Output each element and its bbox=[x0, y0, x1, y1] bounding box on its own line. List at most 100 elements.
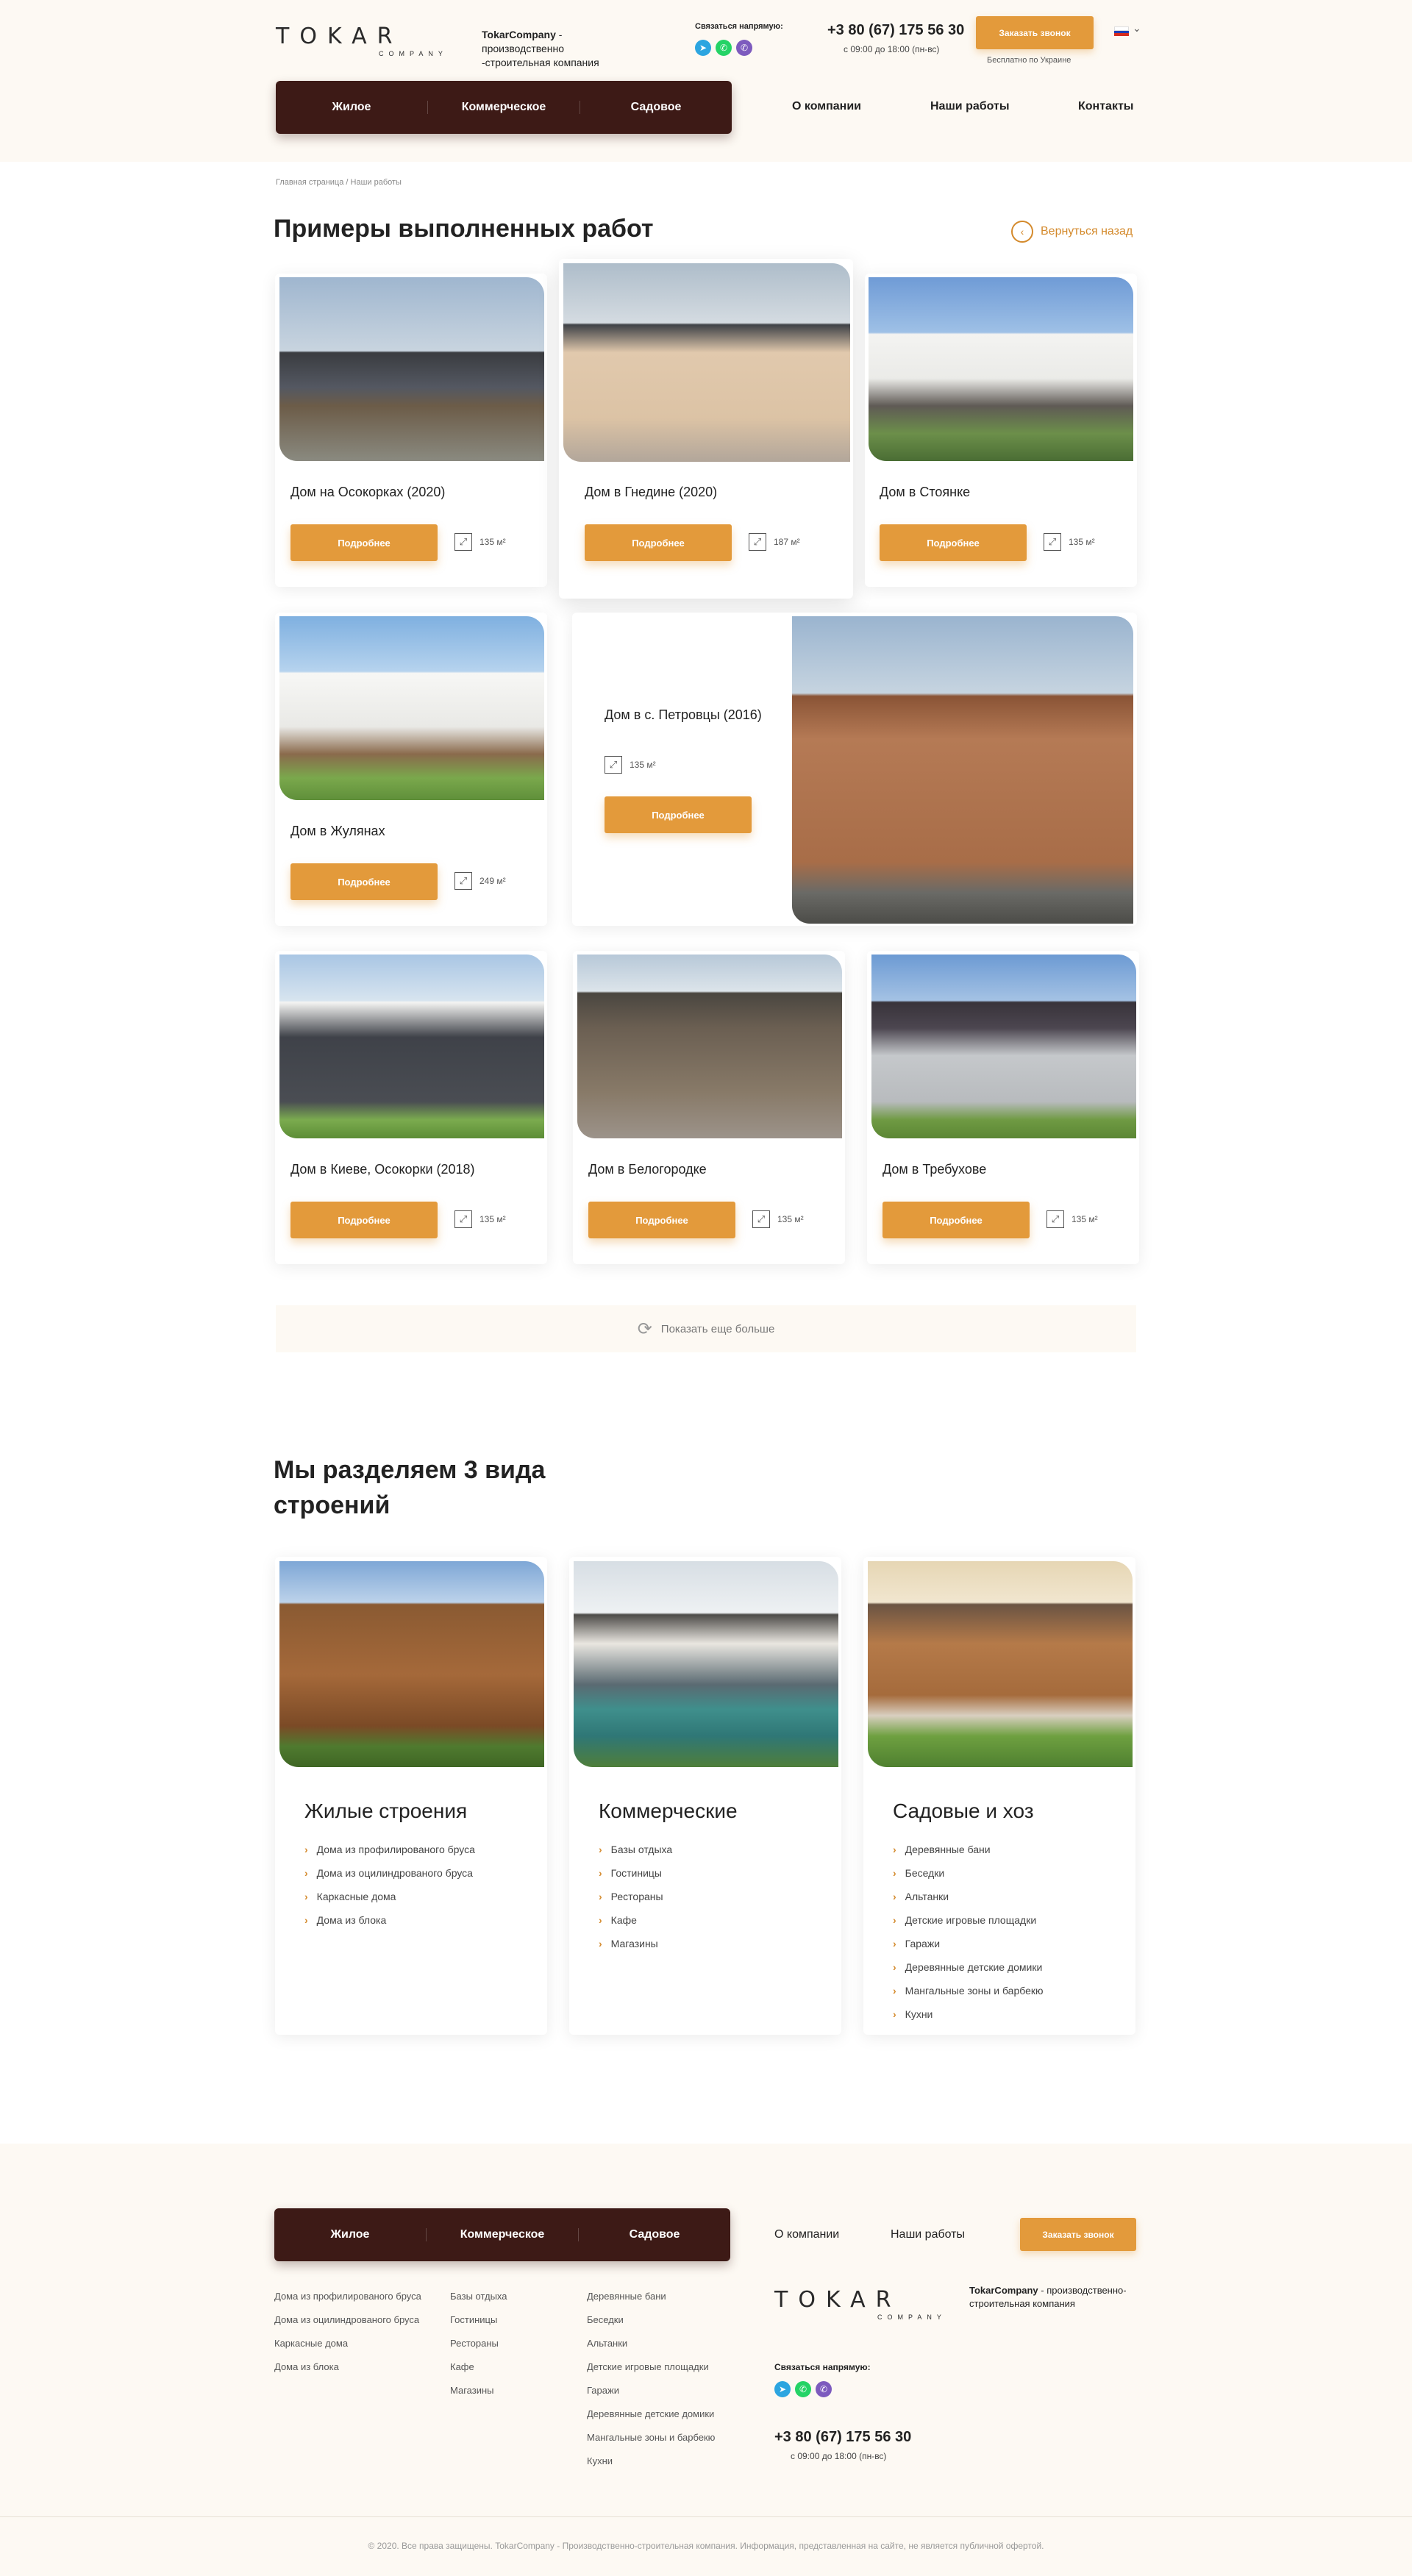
area-expand-icon: ⤢ bbox=[454, 872, 472, 890]
back-link[interactable]: ‹ Вернуться назад bbox=[1011, 221, 1133, 243]
footer-link[interactable]: Альтанки bbox=[587, 2338, 756, 2350]
list-item[interactable]: › Детские игровые площадки bbox=[893, 1908, 1044, 1932]
footer-link-about[interactable]: О компании bbox=[774, 2228, 839, 2241]
details-button[interactable]: Подробнее bbox=[290, 524, 438, 561]
area-value: 135 м² bbox=[479, 1214, 506, 1224]
header-phone[interactable]: +3 80 (67) 175 56 30 bbox=[827, 22, 964, 39]
footer-call-button[interactable]: Заказать звонок bbox=[1020, 2218, 1136, 2251]
footer-link[interactable]: Рестораны bbox=[450, 2338, 568, 2350]
footer-link[interactable]: Каркасные дома bbox=[274, 2338, 421, 2350]
footer-phone[interactable]: +3 80 (67) 175 56 30 bbox=[774, 2429, 911, 2446]
list-item[interactable]: › Магазины bbox=[599, 1932, 672, 1955]
footer-link[interactable]: Дома из блока bbox=[274, 2361, 421, 2373]
work-photo[interactable] bbox=[563, 263, 850, 462]
work-photo[interactable] bbox=[792, 616, 1133, 924]
logo-text: TOKAR bbox=[276, 24, 403, 49]
telegram-icon[interactable]: ➤ bbox=[774, 2381, 791, 2397]
list-item[interactable]: › Деревянные бани bbox=[893, 1838, 1044, 1861]
list-item-label: Дома из оцилиндрованого бруса bbox=[316, 1867, 473, 1879]
footer-link[interactable]: Беседки bbox=[587, 2314, 756, 2326]
chevron-down-icon[interactable]: ⌄ bbox=[1133, 22, 1141, 35]
free-note: Бесплатно по Украине bbox=[987, 56, 1072, 65]
type-card[interactable]: Жилые строения › Дома из профилированого … bbox=[275, 1557, 547, 2035]
logo-text: TOKAR bbox=[774, 2287, 902, 2313]
details-button[interactable]: Подробнее bbox=[605, 796, 752, 833]
footer-link[interactable]: Кафе bbox=[450, 2361, 568, 2373]
footer-link[interactable]: Гаражи bbox=[587, 2385, 756, 2397]
work-photo[interactable] bbox=[869, 277, 1133, 461]
nav-item-garden[interactable]: Садовое bbox=[580, 101, 732, 114]
nav-link-contacts[interactable]: Контакты bbox=[1078, 100, 1133, 113]
work-photo[interactable] bbox=[577, 955, 842, 1138]
details-button[interactable]: Подробнее bbox=[290, 863, 438, 900]
work-title: Дом на Осокорках (2020) bbox=[290, 485, 446, 499]
list-item-label: Гаражи bbox=[905, 1938, 941, 1949]
list-item[interactable]: › Дома из блока bbox=[304, 1908, 475, 1932]
work-photo[interactable] bbox=[871, 955, 1136, 1138]
footer-link[interactable]: Деревянные детские домики bbox=[587, 2408, 756, 2420]
details-button[interactable]: Подробнее bbox=[585, 524, 732, 561]
list-item[interactable]: › Каркасные дома bbox=[304, 1885, 475, 1908]
footer-link[interactable]: Дома из профилированого бруса bbox=[274, 2291, 421, 2302]
list-item-label: Мангальные зоны и барбекю bbox=[905, 1985, 1044, 1997]
details-button[interactable]: Подробнее bbox=[880, 524, 1027, 561]
footer-link[interactable]: Гостиницы bbox=[450, 2314, 568, 2326]
list-item[interactable]: › Беседки bbox=[893, 1861, 1044, 1885]
footer-logo[interactable]: TOKAR COMPANY bbox=[774, 2287, 946, 2322]
list-item[interactable]: › Рестораны bbox=[599, 1885, 672, 1908]
viber-icon[interactable]: ✆ bbox=[736, 40, 752, 56]
chevron-right-icon: › bbox=[304, 1914, 308, 1926]
type-list: › Дома из профилированого бруса › Дома из … bbox=[304, 1838, 475, 1932]
list-item[interactable]: › Дома из профилированого бруса bbox=[304, 1838, 475, 1861]
area-expand-icon: ⤢ bbox=[1044, 533, 1061, 551]
list-item[interactable]: › Деревянные детские домики bbox=[893, 1955, 1044, 1979]
lang-flag-icon[interactable] bbox=[1114, 26, 1129, 37]
call-button[interactable]: Заказать звонок bbox=[976, 16, 1094, 49]
telegram-icon[interactable]: ➤ bbox=[695, 40, 711, 56]
list-item[interactable]: › Кухни bbox=[893, 2002, 1044, 2026]
footer-link[interactable]: Мангальные зоны и барбекю bbox=[587, 2432, 756, 2444]
type-card[interactable]: Коммерческие › Базы отдыха › Гостиницы › Ре… bbox=[569, 1557, 841, 2035]
chevron-right-icon: › bbox=[893, 1961, 896, 1973]
footer-link[interactable]: Кухни bbox=[587, 2455, 756, 2467]
list-item-label: Дома из блока bbox=[316, 1914, 387, 1926]
list-item[interactable]: › Дома из оцилиндрованого бруса bbox=[304, 1861, 475, 1885]
type-card[interactable]: Садовые и хоз › Деревянные бани › Беседки … bbox=[863, 1557, 1135, 2035]
list-item-label: Альтанки bbox=[905, 1891, 949, 1902]
breadcrumb[interactable]: Главная страница / Наши работы bbox=[276, 178, 402, 187]
footer-link-works[interactable]: Наши работы bbox=[891, 2228, 965, 2241]
footer-link[interactable]: Дома из оцилиндрованого бруса bbox=[274, 2314, 421, 2326]
show-more-button[interactable]: ⟳ Показать еще больше bbox=[276, 1305, 1136, 1352]
area-expand-icon: ⤢ bbox=[752, 1210, 770, 1228]
logo[interactable]: TOKAR COMPANY bbox=[276, 24, 448, 58]
nav-item-commercial[interactable]: Коммерческое bbox=[428, 101, 580, 114]
work-photo[interactable] bbox=[279, 616, 544, 800]
nav-link-works[interactable]: Наши работы bbox=[930, 100, 1010, 113]
details-button[interactable]: Подробнее bbox=[883, 1202, 1030, 1238]
work-photo[interactable] bbox=[279, 955, 544, 1138]
work-photo[interactable] bbox=[279, 277, 544, 461]
details-button[interactable]: Подробнее bbox=[290, 1202, 438, 1238]
viber-icon[interactable]: ✆ bbox=[816, 2381, 832, 2397]
footer-link[interactable]: Детские игровые площадки bbox=[587, 2361, 756, 2373]
list-item[interactable]: › Гаражи bbox=[893, 1932, 1044, 1955]
footer-link[interactable]: Деревянные бани bbox=[587, 2291, 756, 2302]
details-button[interactable]: Подробнее bbox=[588, 1202, 735, 1238]
nav-item-residential[interactable]: Жилое bbox=[276, 101, 428, 114]
footer-link[interactable]: Магазины bbox=[450, 2385, 568, 2397]
whatsapp-icon[interactable]: ✆ bbox=[716, 40, 732, 56]
list-item[interactable]: › Гостиницы bbox=[599, 1861, 672, 1885]
footer-nav-garden[interactable]: Садовое bbox=[579, 2228, 730, 2241]
contact-label: Связаться напрямую: bbox=[695, 22, 783, 31]
list-item[interactable]: › Кафе bbox=[599, 1908, 672, 1932]
footer-nav-residential[interactable]: Жилое bbox=[274, 2228, 427, 2241]
area-expand-icon: ⤢ bbox=[454, 1210, 472, 1228]
nav-link-about[interactable]: О компании bbox=[792, 100, 861, 113]
whatsapp-icon[interactable]: ✆ bbox=[795, 2381, 811, 2397]
list-item[interactable]: › Альтанки bbox=[893, 1885, 1044, 1908]
list-item[interactable]: › Мангальные зоны и барбекю bbox=[893, 1979, 1044, 2002]
footer-nav-commercial[interactable]: Коммерческое bbox=[427, 2228, 579, 2241]
list-item[interactable]: › Базы отдыха bbox=[599, 1838, 672, 1861]
header-hours: с 09:00 до 18:00 (пн-вс) bbox=[844, 44, 940, 54]
footer-link[interactable]: Базы отдыха bbox=[450, 2291, 568, 2302]
